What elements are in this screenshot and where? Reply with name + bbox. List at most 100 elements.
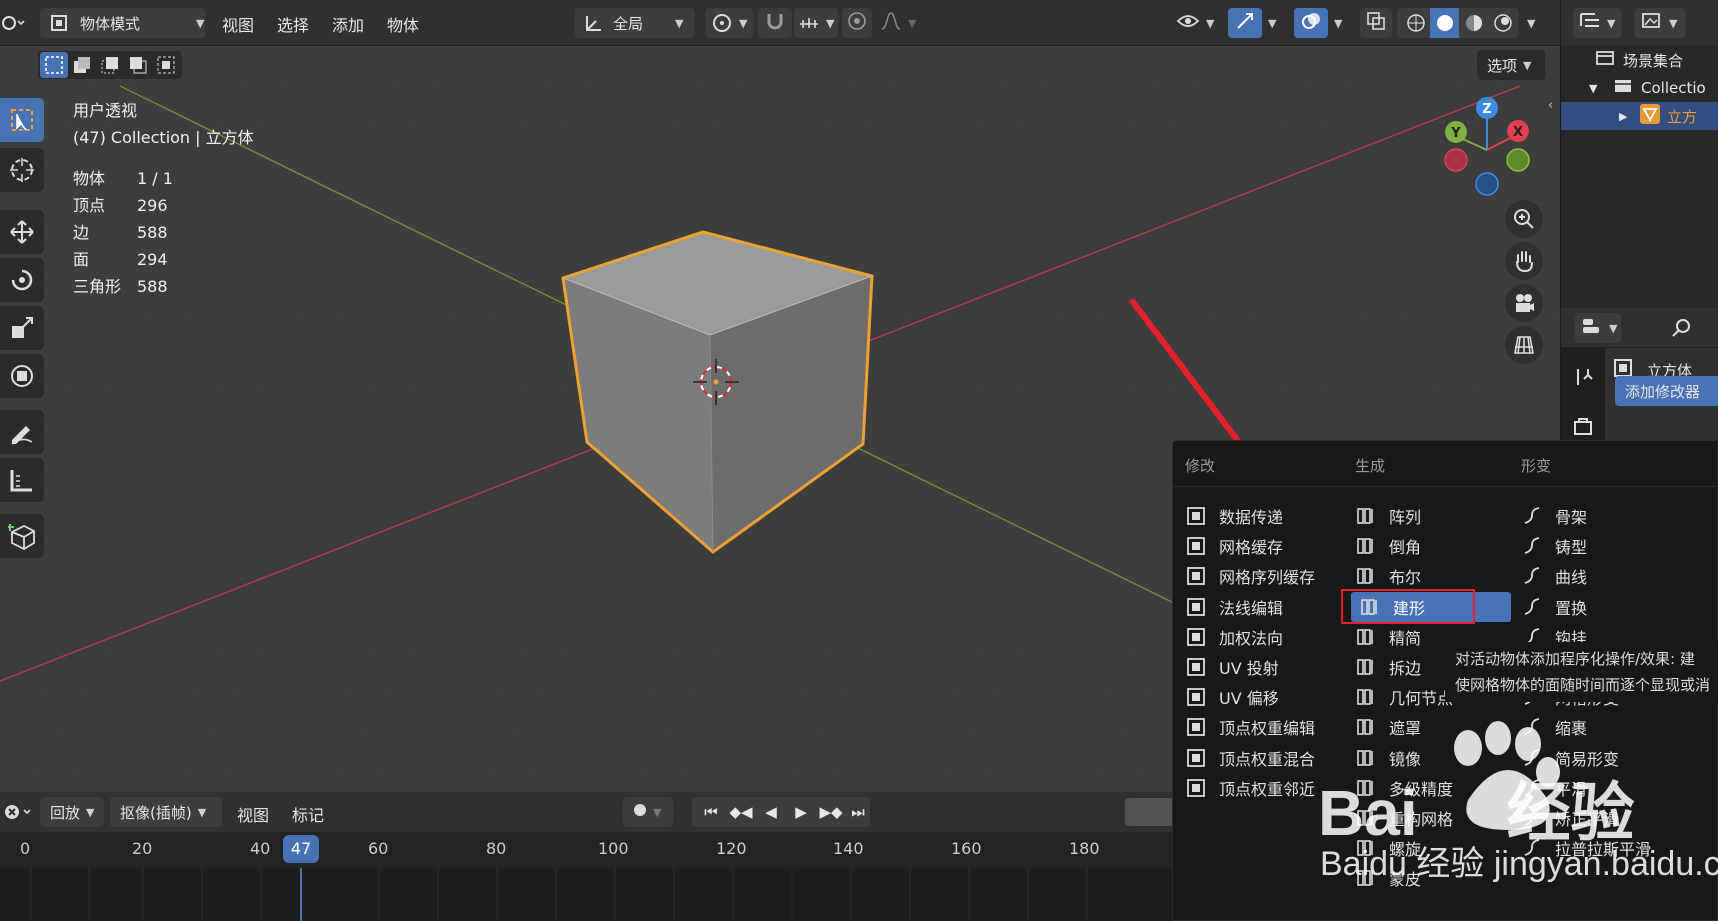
falloff-dropdown[interactable]: ▼ xyxy=(874,8,920,38)
modifier-menu-item[interactable]: 法线编辑 xyxy=(1185,592,1345,622)
modifier-menu-item[interactable]: 拉普拉斯平滑 xyxy=(1521,833,1711,863)
playback-dropdown[interactable]: 回放 ▼ xyxy=(40,797,104,827)
modifier-menu-item[interactable]: 重构网格 xyxy=(1355,803,1515,833)
modifier-menu-item[interactable]: 矫正平滑 xyxy=(1521,803,1711,833)
modifier-menu-item[interactable]: 阵列 xyxy=(1355,501,1515,531)
solid-shading-icon[interactable] xyxy=(1430,8,1459,38)
select-intersect-icon[interactable] xyxy=(152,55,180,75)
modifier-menu-item[interactable]: 简易形变 xyxy=(1521,743,1711,773)
modifier-menu-item[interactable]: 骨架 xyxy=(1521,501,1711,531)
render-icon[interactable] xyxy=(1573,416,1595,442)
modifier-menu-item[interactable]: 顶点权重混合 xyxy=(1185,743,1345,773)
annotate-tool[interactable] xyxy=(0,410,44,454)
outliner-row-collection[interactable]: ▼ Collectio xyxy=(1561,74,1718,102)
options-dropdown[interactable]: 选项 ▼ xyxy=(1477,50,1545,80)
gizmo-toggle[interactable] xyxy=(1228,8,1262,38)
menu-add[interactable]: 添加 xyxy=(332,12,364,36)
outliner-row-scene-collection[interactable]: 场景集合 xyxy=(1561,46,1718,74)
snap-target-dropdown[interactable]: ▼ xyxy=(794,8,838,38)
play-icon[interactable]: ▶ xyxy=(786,803,816,821)
search-icon[interactable] xyxy=(1671,317,1693,343)
perspective-toggle-button[interactable] xyxy=(1505,326,1543,364)
snap-toggle[interactable] xyxy=(758,8,792,38)
pan-button[interactable] xyxy=(1505,242,1543,280)
overlays-dropdown[interactable]: ▼ xyxy=(1328,8,1350,38)
select-extend-icon[interactable] xyxy=(68,55,96,75)
modifier-icon xyxy=(1521,565,1543,587)
menu-object[interactable]: 物体 xyxy=(387,12,419,36)
jump-end-icon[interactable]: ⏭ xyxy=(846,803,870,821)
modifier-menu-item[interactable]: UV 投射 xyxy=(1185,652,1345,682)
modifier-menu-item[interactable]: 布尔 xyxy=(1355,561,1515,591)
current-frame-field[interactable] xyxy=(1125,798,1175,826)
rotate-tool[interactable] xyxy=(0,258,44,302)
overlays-toggle[interactable] xyxy=(1294,8,1328,38)
play-reverse-icon[interactable]: ◀ xyxy=(756,803,786,821)
auto-keying-button[interactable]: ▼ xyxy=(623,797,673,827)
add-cube-tool[interactable] xyxy=(0,514,44,558)
chevron-left-icon[interactable]: ‹ xyxy=(1548,98,1553,113)
modifier-menu-item[interactable]: 网格序列缓存 xyxy=(1185,561,1345,591)
editor-type-button[interactable] xyxy=(0,8,30,38)
timeline-menu-marker[interactable]: 标记 xyxy=(292,802,324,826)
timeline-editor-type-icon[interactable] xyxy=(4,801,34,827)
expand-down-icon[interactable]: ▼ xyxy=(1589,82,1613,95)
gizmo-dropdown[interactable]: ▼ xyxy=(1262,8,1284,38)
xray-toggle[interactable] xyxy=(1360,8,1392,38)
camera-icon xyxy=(1516,294,1534,312)
modifier-menu-item[interactable]: 多级精度 xyxy=(1355,773,1515,803)
outliner-row-object[interactable]: ▶ 立方 xyxy=(1561,102,1718,130)
prev-keyframe-icon[interactable]: ◆◀ xyxy=(726,803,756,821)
modifier-menu-item[interactable]: 遮罩 xyxy=(1355,712,1515,742)
mode-dropdown[interactable]: 物体模式 ▼ xyxy=(40,8,205,38)
wireframe-shading-icon[interactable] xyxy=(1401,13,1430,33)
proportional-edit-toggle[interactable] xyxy=(842,8,872,38)
outliner-display-mode[interactable]: ▼ xyxy=(1573,8,1621,38)
tool-settings-icon[interactable] xyxy=(1573,366,1595,392)
modifier-menu-item[interactable]: 镜像 xyxy=(1355,743,1515,773)
modifier-menu-item[interactable]: UV 偏移 xyxy=(1185,682,1345,712)
add-modifier-button[interactable]: 添加修改器 xyxy=(1615,376,1718,406)
outliner-filter[interactable]: ▼ xyxy=(1635,8,1685,38)
pivot-point-dropdown[interactable]: ▼ xyxy=(705,8,753,38)
modifier-menu-item[interactable]: 曲线 xyxy=(1521,561,1711,591)
measure-tool[interactable] xyxy=(0,458,44,502)
transform-tool[interactable] xyxy=(0,354,44,398)
menu-select[interactable]: 选择 xyxy=(277,12,309,36)
modifier-menu-item[interactable]: 数据传递 xyxy=(1185,501,1345,531)
modifier-menu-item[interactable]: 加权法向 xyxy=(1185,622,1345,652)
modifier-menu-item[interactable]: 顶点权重编辑 xyxy=(1185,712,1345,742)
move-tool[interactable] xyxy=(0,210,44,254)
modifier-menu-item[interactable]: 平滑 xyxy=(1521,773,1711,803)
modifier-menu-item[interactable]: 顶点权重邻近 xyxy=(1185,773,1345,803)
scale-tool[interactable] xyxy=(0,306,44,350)
timeline-menu-view[interactable]: 视图 xyxy=(237,802,269,826)
modifier-menu-item[interactable]: 蒙皮 xyxy=(1355,863,1515,893)
select-subtract-icon[interactable] xyxy=(96,55,124,75)
menu-view[interactable]: 视图 xyxy=(222,12,254,36)
current-frame-indicator[interactable]: 47 xyxy=(283,835,319,863)
modifier-menu-item[interactable]: 倒角 xyxy=(1355,531,1515,561)
material-shading-icon[interactable] xyxy=(1459,13,1488,33)
menu-divider xyxy=(1173,486,1718,487)
camera-view-button[interactable] xyxy=(1505,284,1543,322)
next-keyframe-icon[interactable]: ▶◆ xyxy=(816,803,846,821)
transform-orientation-dropdown[interactable]: 全局 ▼ xyxy=(575,8,695,38)
zoom-button[interactable] xyxy=(1505,200,1543,238)
expand-right-icon[interactable]: ▶ xyxy=(1619,110,1639,123)
properties-editor-type[interactable]: ▼ xyxy=(1575,313,1621,343)
cursor-tool[interactable] xyxy=(0,148,44,192)
select-box-tool[interactable] xyxy=(0,98,44,142)
modifier-menu-item[interactable]: 铸型 xyxy=(1521,531,1711,561)
modifier-menu-item[interactable]: 螺旋 xyxy=(1355,833,1515,863)
rendered-shading-icon[interactable] xyxy=(1488,13,1517,33)
modifier-menu-item[interactable]: 缩裹 xyxy=(1521,712,1711,742)
visibility-dropdown[interactable]: ▼ xyxy=(1170,8,1218,38)
shading-dropdown[interactable]: ▼ xyxy=(1521,8,1543,38)
modifier-menu-item[interactable]: 置换 xyxy=(1521,592,1711,622)
jump-start-icon[interactable]: ⏮ xyxy=(696,803,726,821)
keying-dropdown[interactable]: 抠像(插帧) ▼ xyxy=(110,797,222,827)
modifier-menu-item[interactable]: 网格缓存 xyxy=(1185,531,1345,561)
select-invert-icon[interactable] xyxy=(124,55,152,75)
ruler-icon xyxy=(10,470,32,492)
